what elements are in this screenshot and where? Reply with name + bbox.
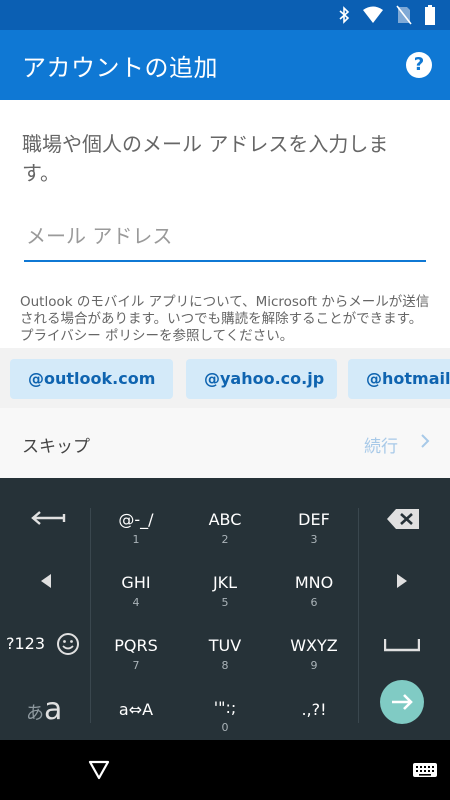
key-label: WXYZ [290,636,338,655]
key-number: 0 [221,721,229,734]
emoji-icon[interactable] [56,632,80,656]
key-number: 5 [221,596,229,609]
disclaimer-text: Outlook のモバイル アプリについて、Microsoft からメールが送信… [20,294,430,344]
key-number: 9 [310,659,318,672]
symbols-key[interactable]: ?123 [6,634,45,653]
app-bar: アカウントの追加 ? [0,30,450,100]
kana-alpha-switch-key[interactable]: あa [26,692,62,727]
help-icon: ? [413,54,425,75]
domain-chip-outlook[interactable]: @outlook.com [10,359,173,399]
status-icons [338,5,436,25]
domain-chip-hotmail[interactable]: @hotmail. [348,359,450,399]
status-bar [0,0,450,30]
chevron-right-icon [421,434,430,448]
key-number: 3 [310,533,318,546]
key-label: TUV [208,636,242,655]
key-number: 2 [221,533,229,546]
key-label: JKL [212,573,238,592]
domain-chip-yahoo[interactable]: @yahoo.co.jp [186,359,337,399]
help-button[interactable]: ? [406,52,432,78]
key-label: '":; [213,698,237,717]
wifi-icon [363,6,383,23]
key-label: ABC [208,510,242,529]
key-label: a⇔A [118,700,154,719]
key-label: @-_/ [118,510,154,529]
key-number: 8 [221,659,229,672]
arrow-right-icon [392,694,413,710]
back-triangle-icon[interactable] [88,760,110,780]
domain-suggestions: @outlook.com @yahoo.co.jp @hotmail. [0,348,450,408]
key-punctuation[interactable]: .,?! [275,700,353,719]
key-abc-2[interactable]: ABC 2 [186,510,264,546]
key-number: 4 [132,596,140,609]
undo-arrow-icon[interactable] [28,508,66,528]
email-prompt: 職場や個人のメール アドレスを入力します。 [22,132,389,185]
soft-keyboard: ?123 あa @-_/ 1 ABC 2 DEF 3 GHI 4 JKL 5 M… [0,478,450,740]
key-quotes-0[interactable]: '":; 0 [186,698,264,734]
space-icon[interactable] [384,638,420,652]
no-sim-icon [396,5,412,25]
key-mno-6[interactable]: MNO 6 [275,573,353,609]
keyboard-divider [90,508,91,723]
key-label: GHI [121,573,151,592]
alpha-label: a [44,692,63,727]
bluetooth-icon [339,6,350,24]
cursor-left-icon[interactable] [40,574,52,588]
key-label: PQRS [114,636,158,655]
key-number: 6 [310,596,318,609]
navigation-bar [0,740,450,800]
page-title: アカウントの追加 [22,54,218,82]
key-label: .,?! [301,700,327,719]
key-def-3[interactable]: DEF 3 [275,510,353,546]
key-wxyz-9[interactable]: WXYZ 9 [275,636,353,672]
key-number: 1 [132,533,140,546]
action-row: スキップ 続行 [0,408,450,478]
key-tuv-8[interactable]: TUV 8 [186,636,264,672]
key-number: 7 [132,659,140,672]
key-label: DEF [298,510,330,529]
key-pqrs-7[interactable]: PQRS 7 [97,636,175,672]
keyboard-switch-icon[interactable] [412,762,438,780]
kana-label: あ [26,703,44,724]
key-case-toggle[interactable]: a⇔A [97,700,175,719]
skip-button[interactable]: スキップ [22,432,90,457]
key-jkl-5[interactable]: JKL 5 [186,573,264,609]
key-label: MNO [294,573,334,592]
continue-button[interactable]: 続行 [364,432,398,457]
key-symbols-1[interactable]: @-_/ 1 [97,510,175,546]
backspace-icon[interactable] [386,508,420,530]
enter-key[interactable] [380,680,424,724]
cursor-right-icon[interactable] [396,574,408,588]
key-ghi-4[interactable]: GHI 4 [97,573,175,609]
battery-icon [425,5,435,25]
keyboard-divider [358,508,359,723]
email-field[interactable] [24,212,426,262]
